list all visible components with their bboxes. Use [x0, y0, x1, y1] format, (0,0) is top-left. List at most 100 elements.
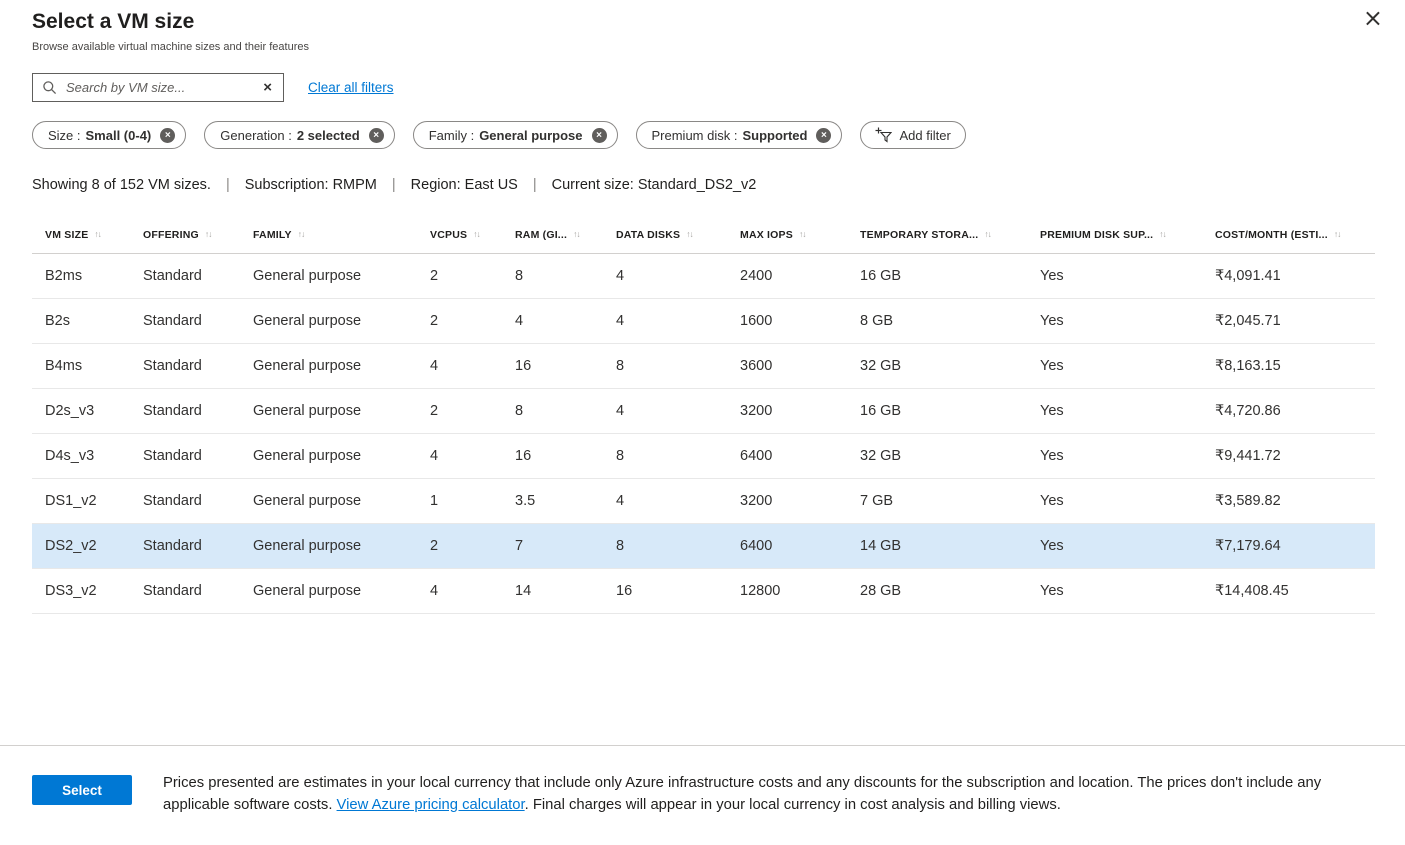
- table-row[interactable]: DS2_v2StandardGeneral purpose278640014 G…: [32, 524, 1375, 569]
- status-separator: |: [392, 177, 396, 193]
- table-cell: 7: [502, 524, 603, 569]
- table-cell: 4: [417, 344, 502, 389]
- table-cell: 8: [603, 344, 727, 389]
- table-cell: 16: [502, 434, 603, 479]
- table-cell: B4ms: [32, 344, 130, 389]
- column-header-label: COST/MONTH (ESTI...: [1215, 229, 1328, 241]
- table-cell: D4s_v3: [32, 434, 130, 479]
- filter-pill-value: General purpose: [479, 128, 582, 143]
- table-cell: D2s_v3: [32, 389, 130, 434]
- table-cell: 8: [603, 524, 727, 569]
- table-cell: B2ms: [32, 254, 130, 299]
- table-cell: 1600: [727, 299, 847, 344]
- table-cell: B2s: [32, 299, 130, 344]
- column-header[interactable]: VCPUS↑↓: [417, 215, 502, 254]
- table-cell: Standard: [130, 389, 240, 434]
- column-header[interactable]: COST/MONTH (ESTI...↑↓: [1202, 215, 1375, 254]
- table-cell: ₹7,179.64: [1202, 524, 1375, 569]
- filter-pill[interactable]: Size : Small (0-4) ×: [32, 121, 186, 149]
- table-cell: Yes: [1027, 434, 1202, 479]
- table-row[interactable]: B2sStandardGeneral purpose24416008 GBYes…: [32, 299, 1375, 344]
- table-cell: 7 GB: [847, 479, 1027, 524]
- table-cell: General purpose: [240, 434, 417, 479]
- pricing-calculator-link[interactable]: View Azure pricing calculator: [337, 797, 525, 813]
- table-row[interactable]: D4s_v3StandardGeneral purpose4168640032 …: [32, 434, 1375, 479]
- status-showing: Showing 8 of 152 VM sizes.: [32, 177, 211, 193]
- table-cell: ₹14,408.45: [1202, 569, 1375, 614]
- table-row[interactable]: B4msStandardGeneral purpose4168360032 GB…: [32, 344, 1375, 389]
- column-header[interactable]: RAM (GI... ↑↓: [502, 215, 603, 254]
- table-cell: Standard: [130, 569, 240, 614]
- table-cell: DS3_v2: [32, 569, 130, 614]
- pricing-note: Prices presented are estimates in your l…: [163, 773, 1371, 816]
- table-cell: 16: [502, 344, 603, 389]
- table-cell: 6400: [727, 434, 847, 479]
- column-header-label: PREMIUM DISK SUP...: [1040, 229, 1153, 241]
- table-row[interactable]: D2s_v3StandardGeneral purpose284320016 G…: [32, 389, 1375, 434]
- add-filter-button[interactable]: Add filter: [860, 121, 965, 149]
- filter-pill-value: Supported: [742, 128, 807, 143]
- status-row: Showing 8 of 152 VM sizes. | Subscriptio…: [32, 177, 1375, 193]
- column-header[interactable]: OFFERING↑↓: [130, 215, 240, 254]
- table-cell: 8 GB: [847, 299, 1027, 344]
- column-header[interactable]: VM SIZE↑↓: [32, 215, 130, 254]
- column-header-label: RAM (GI...: [515, 229, 567, 241]
- table-row[interactable]: DS3_v2StandardGeneral purpose41416128002…: [32, 569, 1375, 614]
- table-cell: Standard: [130, 299, 240, 344]
- filter-pill-label: Premium disk :: [652, 128, 738, 143]
- page-title: Select a VM size: [32, 10, 1375, 34]
- status-separator: |: [533, 177, 537, 193]
- table-cell: ₹3,589.82: [1202, 479, 1375, 524]
- table-row[interactable]: DS1_v2StandardGeneral purpose13.5432007 …: [32, 479, 1375, 524]
- status-region: Region: East US: [411, 177, 518, 193]
- status-current-size: Current size: Standard_DS2_v2: [552, 177, 757, 193]
- column-header[interactable]: MAX IOPS↑↓: [727, 215, 847, 254]
- table-cell: 4: [603, 254, 727, 299]
- sort-icon: ↑↓: [573, 229, 580, 239]
- vm-table-body: B2msStandardGeneral purpose284240016 GBY…: [32, 254, 1375, 614]
- sort-icon: ↑↓: [298, 229, 305, 239]
- filter-pill[interactable]: Family : General purpose ×: [413, 121, 618, 149]
- sort-icon: ↑↓: [94, 229, 101, 239]
- table-cell: Yes: [1027, 389, 1202, 434]
- filter-pill[interactable]: Premium disk : Supported ×: [636, 121, 843, 149]
- table-cell: General purpose: [240, 389, 417, 434]
- column-header[interactable]: FAMILY ↑↓: [240, 215, 417, 254]
- pricing-note-text: . Final charges will appear in your loca…: [525, 797, 1061, 813]
- table-cell: 8: [502, 254, 603, 299]
- search-input[interactable]: [64, 79, 261, 96]
- remove-filter-icon[interactable]: ×: [160, 128, 175, 143]
- select-button[interactable]: Select: [32, 775, 132, 805]
- search-clear-icon[interactable]: ×: [261, 79, 274, 96]
- column-header-label: TEMPORARY STORA...: [860, 229, 978, 241]
- table-cell: 16 GB: [847, 389, 1027, 434]
- table-cell: 14 GB: [847, 524, 1027, 569]
- remove-filter-icon[interactable]: ×: [816, 128, 831, 143]
- table-cell: 2400: [727, 254, 847, 299]
- column-header-label: FAMILY: [253, 229, 292, 241]
- vm-size-table: VM SIZE↑↓OFFERING↑↓FAMILY↑↓VCPUS↑↓RAM (G…: [32, 215, 1375, 614]
- remove-filter-icon[interactable]: ×: [369, 128, 384, 143]
- table-cell: Yes: [1027, 569, 1202, 614]
- table-cell: Standard: [130, 434, 240, 479]
- status-subscription: Subscription: RMPM: [245, 177, 377, 193]
- filter-pill[interactable]: Generation : 2 selected ×: [204, 121, 394, 149]
- table-cell: General purpose: [240, 344, 417, 389]
- table-cell: 4: [417, 569, 502, 614]
- sort-icon: ↑↓: [1159, 229, 1166, 239]
- close-icon[interactable]: ×: [1357, 4, 1389, 32]
- remove-filter-icon[interactable]: ×: [592, 128, 607, 143]
- column-header[interactable]: PREMIUM DISK SUP... ↑↓: [1027, 215, 1202, 254]
- table-cell: 32 GB: [847, 344, 1027, 389]
- column-header[interactable]: TEMPORARY STORA...↑↓: [847, 215, 1027, 254]
- table-cell: 2: [417, 254, 502, 299]
- table-row[interactable]: B2msStandardGeneral purpose284240016 GBY…: [32, 254, 1375, 299]
- column-header-label: VCPUS: [430, 229, 467, 241]
- table-cell: Standard: [130, 524, 240, 569]
- column-header[interactable]: DATA DISKS↑↓: [603, 215, 727, 254]
- clear-all-filters-link[interactable]: Clear all filters: [308, 80, 394, 95]
- table-cell: Standard: [130, 479, 240, 524]
- dialog-header: Select a VM size Browse available virtua…: [0, 0, 1405, 53]
- table-cell: 2: [417, 524, 502, 569]
- search-box[interactable]: ×: [32, 73, 284, 102]
